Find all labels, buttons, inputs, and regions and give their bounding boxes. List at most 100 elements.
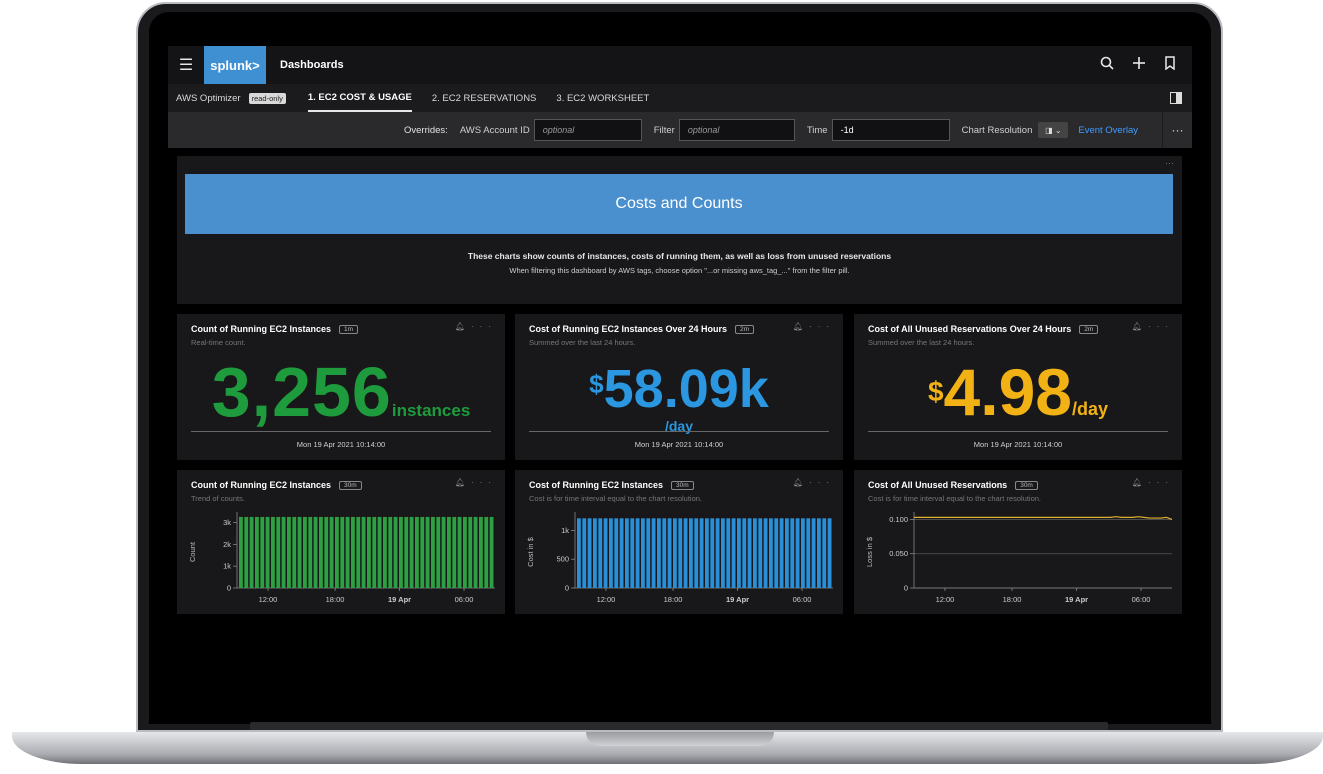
bar bbox=[678, 518, 683, 588]
bar bbox=[335, 516, 339, 588]
bar bbox=[489, 516, 494, 588]
bar bbox=[372, 516, 377, 588]
bar bbox=[742, 518, 747, 588]
bar bbox=[753, 518, 757, 588]
chart-card: Count of Running EC2 Instances 30m Trend … bbox=[177, 470, 505, 614]
y-tick-label: 0 bbox=[227, 584, 231, 593]
bar bbox=[452, 516, 457, 588]
bar bbox=[457, 516, 462, 588]
x-tick-label: 18:00 bbox=[1003, 595, 1022, 604]
bar bbox=[737, 518, 741, 588]
bar bbox=[271, 516, 275, 588]
value-prefix: $ bbox=[589, 369, 604, 399]
single-value-card: Cost of Running EC2 Instances Over 24 Ho… bbox=[515, 314, 843, 460]
bar bbox=[587, 518, 592, 588]
value-suffix: /day bbox=[1072, 399, 1109, 419]
card-subtitle: Summed over the last 24 hours. bbox=[529, 338, 636, 347]
bar bbox=[715, 518, 720, 588]
resolution-chip: 2m bbox=[735, 324, 755, 334]
bar bbox=[769, 518, 773, 588]
search-icon[interactable] bbox=[1100, 56, 1114, 74]
tab-ec2-worksheet[interactable]: 3. EC2 WORKSHEET bbox=[556, 84, 649, 112]
bar bbox=[463, 516, 467, 588]
timestamp: Mon 19 Apr 2021 10:14:00 bbox=[634, 440, 724, 449]
card-actions[interactable]: 🔔︎··· bbox=[455, 322, 497, 331]
bar bbox=[388, 516, 393, 588]
bar bbox=[404, 516, 409, 588]
y-tick-label: 500 bbox=[556, 555, 569, 564]
time-input[interactable]: -1d bbox=[831, 119, 950, 141]
x-tick-label: 06:00 bbox=[1132, 595, 1151, 604]
filter-input[interactable]: optional bbox=[678, 119, 795, 141]
bar bbox=[710, 518, 715, 588]
card-title: Count of Running EC2 Instances bbox=[191, 324, 332, 334]
card-actions[interactable]: 🔔︎··· bbox=[793, 322, 835, 331]
bar bbox=[361, 516, 366, 588]
y-tick-label: 1k bbox=[223, 562, 231, 571]
panel-toggle-icon[interactable] bbox=[1170, 92, 1182, 104]
bar bbox=[276, 516, 281, 588]
bar bbox=[287, 516, 291, 588]
resolution-chip: 1m bbox=[339, 324, 359, 334]
section-banner: Costs and Counts bbox=[185, 174, 1173, 234]
bar bbox=[683, 518, 688, 588]
x-tick-label: 19 Apr bbox=[1065, 595, 1088, 604]
more-options-icon[interactable]: ··· bbox=[1162, 112, 1192, 148]
card-title: Cost of All Unused Reservations Over 24 … bbox=[868, 324, 1072, 334]
bar bbox=[827, 518, 832, 588]
y-axis-label: Cost in $ bbox=[526, 536, 535, 566]
dashboard-tab-row: AWS Optimizer read-only 1. EC2 COST & US… bbox=[168, 84, 1192, 112]
y-tick-label: 0.100 bbox=[889, 515, 908, 524]
x-tick-label: 12:00 bbox=[936, 595, 955, 604]
card-subtitle: Real-time count. bbox=[191, 338, 246, 347]
bookmark-icon[interactable] bbox=[1164, 56, 1176, 74]
bar bbox=[635, 518, 640, 588]
laptop-notch bbox=[586, 732, 774, 746]
hamburger-menu-icon[interactable]: ☰ bbox=[168, 46, 204, 84]
running-cost-chart: Cost in $ 0 500 1k 12:00 18:00 19 Apr 06:00 bbox=[526, 512, 833, 604]
timestamp: Mon 19 Apr 2021 10:14:00 bbox=[296, 440, 386, 449]
card-title: Cost of Running EC2 Instances Over 24 Ho… bbox=[529, 324, 728, 334]
bar bbox=[811, 518, 816, 588]
bar bbox=[673, 518, 677, 588]
y-tick-label: 1k bbox=[561, 526, 569, 535]
bar bbox=[473, 516, 478, 588]
y-tick-label: 0 bbox=[565, 584, 569, 593]
unused-reservations-chart: Loss in $ 0 0.050 0.100 12:00 18:00 19 Apr 06:0… bbox=[865, 512, 1173, 604]
x-tick-label: 19 Apr bbox=[726, 595, 749, 604]
card-actions[interactable]: 🔔︎··· bbox=[1132, 322, 1174, 331]
value-prefix: $ bbox=[927, 376, 944, 407]
plus-icon[interactable] bbox=[1132, 56, 1146, 74]
value-suffix: instances bbox=[391, 401, 471, 420]
chart-resolution-dropdown[interactable]: ◨ ⌄ bbox=[1038, 122, 1069, 138]
bar bbox=[747, 518, 752, 588]
account-id-input[interactable]: optional bbox=[533, 119, 642, 141]
event-overlay-link[interactable]: Event Overlay bbox=[1078, 125, 1138, 136]
dashboard-group-name[interactable]: AWS Optimizer bbox=[176, 93, 241, 104]
account-id-label: AWS Account ID bbox=[459, 124, 530, 136]
bar bbox=[255, 516, 259, 588]
tab-ec2-cost-usage[interactable]: 1. EC2 COST & USAGE bbox=[307, 84, 412, 112]
x-tick-label: 19 Apr bbox=[388, 595, 411, 604]
bar bbox=[801, 518, 805, 588]
divider bbox=[191, 431, 491, 432]
read-only-badge: read-only bbox=[248, 92, 286, 104]
bar bbox=[281, 516, 286, 588]
bar bbox=[630, 518, 635, 588]
bar bbox=[790, 518, 795, 588]
laptop-hinge bbox=[250, 722, 1108, 730]
x-tick-label: 06:00 bbox=[793, 595, 812, 604]
bar bbox=[409, 516, 414, 588]
bar bbox=[721, 518, 725, 588]
bar bbox=[609, 518, 613, 588]
splunk-logo[interactable]: splunk> bbox=[204, 46, 266, 84]
bar bbox=[785, 518, 789, 588]
tab-ec2-reservations[interactable]: 2. EC2 RESERVATIONS bbox=[432, 84, 537, 112]
panel-menu-icon[interactable]: ··· bbox=[1165, 158, 1174, 168]
bar bbox=[662, 518, 667, 588]
bar bbox=[329, 516, 334, 588]
bar bbox=[441, 516, 446, 588]
value: 3,256 bbox=[211, 353, 392, 431]
bar bbox=[265, 516, 270, 588]
panel-description: These charts show counts of instances, c… bbox=[467, 251, 892, 261]
